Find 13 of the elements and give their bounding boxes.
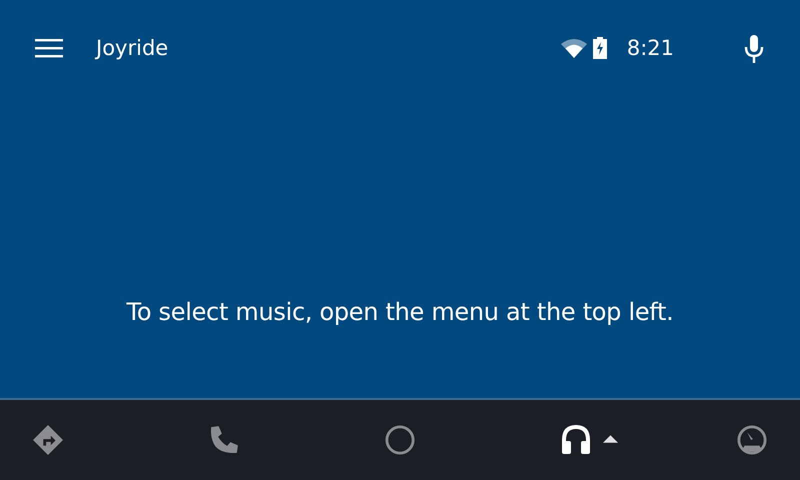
home-circle-icon[interactable]	[385, 425, 415, 455]
caret-icon[interactable]	[603, 435, 618, 443]
turn-sign-icon[interactable]	[33, 425, 63, 455]
wifi-icon	[560, 38, 587, 58]
menu-icon[interactable]	[35, 38, 63, 58]
app-title: Joyride	[96, 36, 168, 60]
clock-time: 8:21	[626, 36, 674, 60]
microphone-icon[interactable]	[744, 35, 764, 63]
speedometer-icon[interactable]	[737, 425, 767, 455]
phone-icon[interactable]	[209, 425, 239, 455]
battery-icon	[592, 37, 607, 59]
headphones-icon[interactable]	[561, 425, 591, 455]
hint-message: To select music, open the menu at the top left.	[126, 298, 674, 326]
